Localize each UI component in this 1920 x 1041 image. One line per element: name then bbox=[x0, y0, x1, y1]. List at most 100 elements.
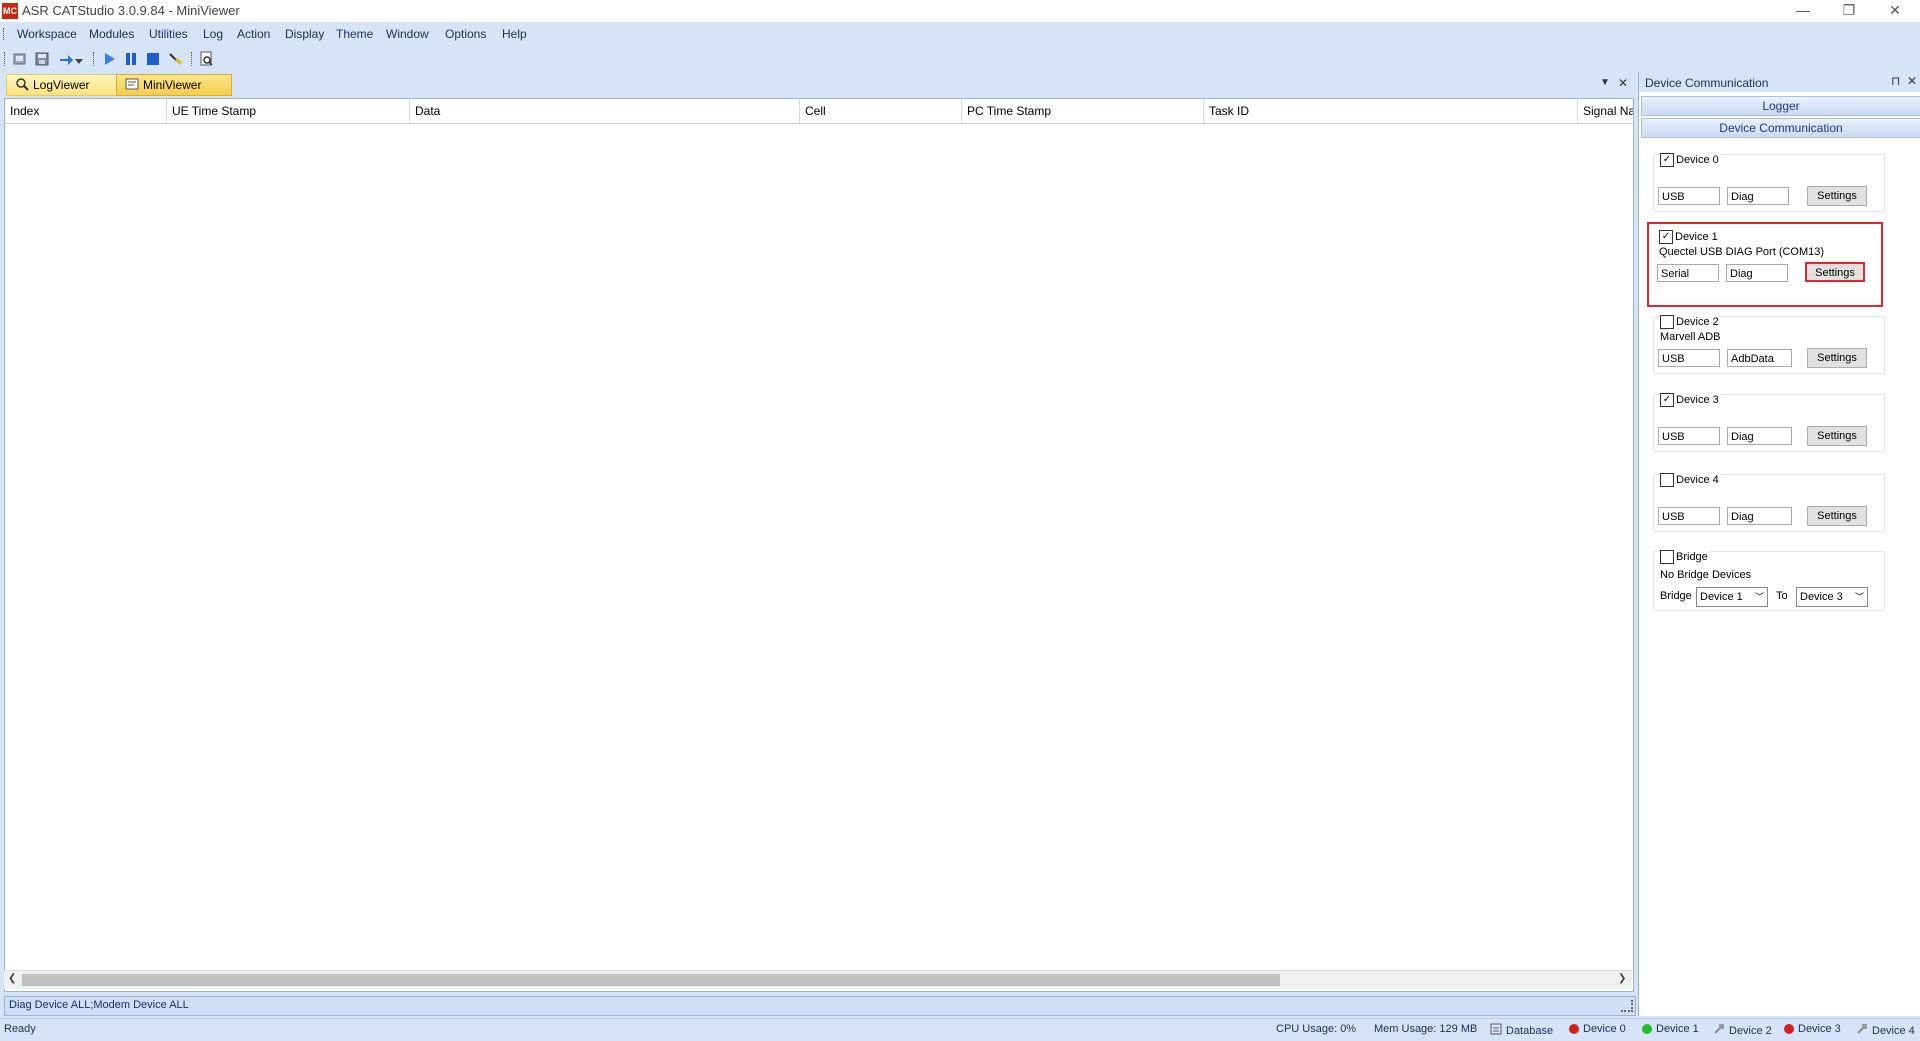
device-3-checkbox-row[interactable]: ✓ Device 3 bbox=[1660, 393, 1721, 407]
device-0-mode-field[interactable]: Diag bbox=[1727, 187, 1789, 205]
device-4-status-label: Device 4 bbox=[1872, 1024, 1915, 1037]
column-task-id[interactable]: Task ID bbox=[1204, 99, 1578, 123]
panel-title: Device Communication bbox=[1645, 76, 1769, 90]
grip bbox=[3, 28, 6, 40]
tab-logviewer[interactable]: LogViewer bbox=[6, 74, 126, 96]
device-4-status[interactable]: Device 4 bbox=[1856, 1023, 1915, 1038]
stop-icon[interactable] bbox=[144, 50, 162, 68]
device-0-checkbox-row[interactable]: ✓ Device 0 bbox=[1660, 153, 1721, 167]
device-0-status-label: Device 0 bbox=[1583, 1023, 1626, 1035]
tab-list-dropdown-icon[interactable]: ▼ bbox=[1600, 77, 1610, 88]
resize-grip-icon[interactable] bbox=[1621, 1000, 1633, 1012]
device-3-mode-field[interactable]: Diag bbox=[1727, 427, 1792, 445]
device-0-label: Device 0 bbox=[1676, 154, 1719, 166]
play-icon[interactable] bbox=[100, 50, 118, 68]
pause-icon[interactable] bbox=[122, 50, 140, 68]
device-2-port-field[interactable]: USB bbox=[1658, 349, 1720, 367]
horizontal-scrollbar[interactable]: ❮ ❯ bbox=[4, 970, 1632, 989]
open-icon[interactable] bbox=[11, 50, 29, 68]
device-4-checkbox[interactable] bbox=[1660, 473, 1674, 487]
column-cell[interactable]: Cell bbox=[800, 99, 962, 123]
device-4-port-field[interactable]: USB bbox=[1658, 507, 1720, 525]
column-signal-name[interactable]: Signal Na bbox=[1578, 99, 1633, 123]
close-tab-icon[interactable]: ✕ bbox=[1618, 76, 1628, 90]
menu-log[interactable]: Log bbox=[203, 27, 223, 41]
menu-theme[interactable]: Theme bbox=[336, 27, 373, 41]
bridge-checkbox[interactable] bbox=[1660, 550, 1674, 564]
device-4-mode-field[interactable]: Diag bbox=[1727, 507, 1792, 525]
device-1-port-field[interactable]: Serial bbox=[1657, 264, 1719, 282]
device-3-status-label: Device 3 bbox=[1798, 1023, 1841, 1035]
device-2-description: Marvell ADB bbox=[1660, 331, 1721, 343]
device-1-mode-field[interactable]: Diag bbox=[1726, 264, 1788, 282]
device-communication-section-header[interactable]: Device Communication bbox=[1641, 118, 1920, 138]
bridge-to-select[interactable]: Device 3 ﹀ bbox=[1796, 587, 1868, 607]
device-3-status[interactable]: Device 3 bbox=[1784, 1023, 1841, 1035]
find-document-icon[interactable] bbox=[197, 50, 215, 68]
pin-icon[interactable]: ⊓ bbox=[1891, 74, 1900, 88]
app-icon: MC bbox=[2, 3, 18, 19]
column-ue-time-stamp[interactable]: UE Time Stamp bbox=[167, 99, 410, 123]
device-0-status[interactable]: Device 0 bbox=[1569, 1023, 1626, 1035]
device-1-settings-button[interactable]: Settings bbox=[1805, 262, 1865, 282]
scroll-right-icon[interactable]: ❯ bbox=[1618, 973, 1626, 984]
device-1-status[interactable]: Device 1 bbox=[1642, 1023, 1699, 1035]
device-filter-bar: Diag Device ALL;Modem Device ALL bbox=[4, 996, 1636, 1016]
export-icon[interactable] bbox=[57, 50, 75, 68]
device-2-mode-field[interactable]: AdbData bbox=[1727, 349, 1792, 367]
device-1-label: Device 1 bbox=[1675, 231, 1718, 243]
database-status[interactable]: Database bbox=[1490, 1023, 1553, 1038]
menu-action[interactable]: Action bbox=[237, 27, 270, 41]
device-2-checkbox[interactable] bbox=[1660, 315, 1674, 329]
device-2-settings-button[interactable]: Settings bbox=[1807, 348, 1867, 368]
device-2-checkbox-row[interactable]: Device 2 bbox=[1660, 315, 1721, 329]
log-grid[interactable]: Index UE Time Stamp Data Cell PC Time St… bbox=[4, 98, 1634, 992]
panel-close-icon[interactable]: ✕ bbox=[1907, 74, 1917, 88]
device-3-settings-button[interactable]: Settings bbox=[1807, 426, 1867, 446]
column-pc-time-stamp[interactable]: PC Time Stamp bbox=[962, 99, 1204, 123]
close-button[interactable]: ✕ bbox=[1872, 0, 1918, 22]
bridge-label: Bridge bbox=[1676, 551, 1708, 563]
bridge-group: Bridge No Bridge Devices Bridge Device 1… bbox=[1653, 550, 1885, 611]
filter-text: Diag Device ALL;Modem Device ALL bbox=[9, 999, 189, 1011]
minimize-button[interactable]: — bbox=[1780, 0, 1826, 22]
device-0-settings-button[interactable]: Settings bbox=[1807, 186, 1867, 206]
menu-display[interactable]: Display bbox=[285, 27, 324, 41]
bridge-from-value: Device 1 bbox=[1700, 591, 1743, 603]
device-1-checkbox-row[interactable]: ✓ Device 1 bbox=[1659, 230, 1720, 244]
bridge-from-select[interactable]: Device 1 ﹀ bbox=[1696, 587, 1768, 607]
device-3-port-field[interactable]: USB bbox=[1658, 427, 1720, 445]
device-2-group: Device 2 Marvell ADB USB AdbData Setting… bbox=[1653, 315, 1885, 374]
device-0-port-field[interactable]: USB bbox=[1658, 187, 1720, 205]
device-4-settings-button[interactable]: Settings bbox=[1807, 506, 1867, 526]
menu-workspace[interactable]: Workspace bbox=[17, 27, 77, 41]
device-1-checkbox[interactable]: ✓ bbox=[1659, 230, 1673, 244]
device-0-checkbox[interactable]: ✓ bbox=[1660, 153, 1674, 167]
dropdown-icon[interactable] bbox=[74, 56, 84, 66]
menu-utilities[interactable]: Utilities bbox=[149, 27, 188, 41]
bridge-to-value: Device 3 bbox=[1800, 591, 1843, 603]
logger-section-header[interactable]: Logger bbox=[1641, 96, 1920, 116]
device-communication-panel: Device Communication ⊓ ✕ Logger Device C… bbox=[1638, 72, 1920, 1016]
device-0-status-icon bbox=[1569, 1024, 1579, 1034]
column-data[interactable]: Data bbox=[410, 99, 800, 123]
menu-window[interactable]: Window bbox=[386, 27, 429, 41]
tab-miniviewer[interactable]: MiniViewer bbox=[116, 74, 232, 96]
menu-options[interactable]: Options bbox=[445, 27, 486, 41]
restore-button[interactable]: ❐ bbox=[1826, 0, 1872, 22]
clear-icon[interactable] bbox=[166, 50, 184, 68]
column-index[interactable]: Index bbox=[5, 99, 167, 123]
device-3-checkbox[interactable]: ✓ bbox=[1660, 393, 1674, 407]
device-1-status-label: Device 1 bbox=[1656, 1023, 1699, 1035]
status-bar: Ready CPU Usage: 0% Mem Usage: 129 MB Da… bbox=[0, 1018, 1920, 1041]
save-icon[interactable] bbox=[33, 50, 51, 68]
scrollbar-thumb[interactable] bbox=[22, 974, 1280, 986]
menu-help[interactable]: Help bbox=[502, 27, 527, 41]
device-4-checkbox-row[interactable]: Device 4 bbox=[1660, 473, 1721, 487]
menu-modules[interactable]: Modules bbox=[89, 27, 134, 41]
toolbar-separator bbox=[191, 52, 193, 66]
document-tab-strip: LogViewer MiniViewer ▼ ✕ bbox=[0, 72, 1637, 96]
scroll-left-icon[interactable]: ❮ bbox=[8, 973, 16, 984]
bridge-checkbox-row[interactable]: Bridge bbox=[1660, 550, 1710, 564]
device-2-status[interactable]: Device 2 bbox=[1713, 1023, 1772, 1038]
